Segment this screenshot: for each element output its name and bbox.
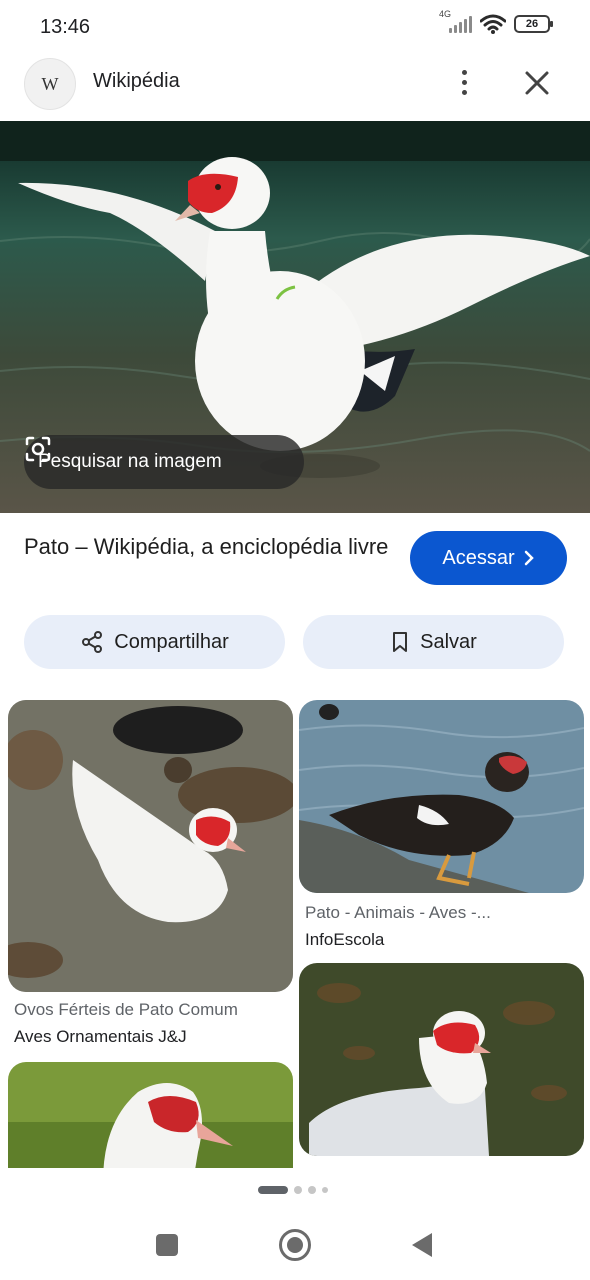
system-navigation-bar xyxy=(0,1214,590,1280)
related-card[interactable]: Pato - Animais - Aves -... InfoEscola xyxy=(299,700,584,950)
battery-icon: 26 xyxy=(514,15,553,33)
save-label: Salvar xyxy=(420,630,477,653)
search-in-image-label: Pesquisar na imagem xyxy=(38,451,222,472)
duck-photo xyxy=(299,963,584,1156)
back-icon[interactable] xyxy=(412,1233,432,1257)
status-time: 13:46 xyxy=(40,16,91,38)
page-dot xyxy=(308,1186,316,1194)
page-dot xyxy=(322,1187,328,1193)
related-card[interactable] xyxy=(8,1062,293,1182)
more-options-icon[interactable] xyxy=(450,64,478,100)
duck-photo xyxy=(8,700,293,992)
close-icon[interactable] xyxy=(520,66,554,100)
status-bar: 13:46 4G 26 xyxy=(0,0,590,54)
related-card[interactable] xyxy=(299,963,584,1168)
share-label: Compartilhar xyxy=(114,630,229,653)
chevron-right-icon xyxy=(524,550,534,566)
network-type-label: 4G xyxy=(439,9,452,19)
page-indicator xyxy=(258,1186,328,1194)
page-dot xyxy=(258,1186,288,1194)
bookmark-icon xyxy=(393,632,408,652)
result-title[interactable]: Pato – Wikipédia, a enciclopédia livre xyxy=(24,531,394,562)
visit-label: Acessar xyxy=(442,546,515,569)
related-caption[interactable]: Pato - Animais - Aves -... xyxy=(305,903,580,923)
page-dot xyxy=(294,1186,302,1194)
share-icon xyxy=(82,631,103,653)
lens-icon xyxy=(25,436,51,462)
related-caption[interactable]: Ovos Férteis de Pato Comum xyxy=(14,1000,289,1020)
duck-photo xyxy=(299,700,584,893)
related-thumbnail[interactable] xyxy=(299,963,584,1156)
site-name[interactable]: Wikipédia xyxy=(93,70,180,93)
visit-button[interactable]: Acessar xyxy=(410,531,567,585)
site-logo[interactable]: W xyxy=(24,58,76,110)
status-icons: 4G 26 xyxy=(439,9,553,34)
hero-image[interactable]: Pesquisar na imagem xyxy=(0,121,590,513)
search-in-image-button[interactable]: Pesquisar na imagem xyxy=(24,435,304,489)
wifi-icon xyxy=(480,14,506,34)
viewer-header: W Wikipédia xyxy=(0,54,590,120)
related-card[interactable]: Ovos Férteis de Pato Comum Aves Ornament… xyxy=(8,700,293,1050)
related-source[interactable]: InfoEscola xyxy=(305,930,384,950)
share-button[interactable]: Compartilhar xyxy=(24,615,285,669)
related-thumbnail[interactable] xyxy=(8,700,293,992)
recent-apps-icon[interactable] xyxy=(156,1234,178,1256)
related-source[interactable]: Aves Ornamentais J&J xyxy=(14,1027,187,1047)
signal-icon: 4G xyxy=(439,9,472,33)
related-thumbnail[interactable] xyxy=(299,700,584,893)
home-icon[interactable] xyxy=(279,1229,311,1261)
duck-photo xyxy=(8,1062,293,1182)
save-button[interactable]: Salvar xyxy=(303,615,564,669)
related-thumbnail[interactable] xyxy=(8,1062,293,1182)
